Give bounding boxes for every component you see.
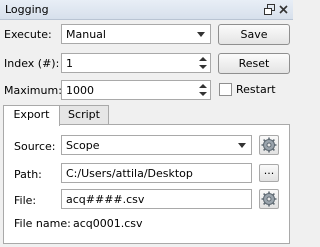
dock-titlebar: Logging: [0, 0, 293, 20]
chevron-down-icon: [238, 143, 246, 148]
source-config-button[interactable]: [259, 135, 279, 155]
restart-checkbox[interactable]: [219, 83, 232, 96]
maximum-spinbox[interactable]: 1000: [61, 80, 211, 100]
tab-export[interactable]: Export: [3, 105, 60, 126]
execute-label: Execute:: [4, 28, 52, 41]
path-value: C:/Users/attila/Desktop: [66, 167, 193, 180]
path-input[interactable]: C:/Users/attila/Desktop: [61, 163, 252, 183]
index-label: Index (#):: [4, 57, 60, 70]
spin-down-icon[interactable]: [198, 63, 208, 71]
file-label: File:: [14, 194, 37, 207]
restart-label: Restart: [236, 83, 276, 96]
file-pattern-value: acq####.csv: [66, 193, 145, 206]
file-config-button[interactable]: [259, 189, 279, 209]
chevron-down-icon: [197, 32, 205, 37]
reset-button[interactable]: Reset: [218, 53, 290, 74]
path-label: Path:: [14, 168, 42, 181]
window-title: Logging: [5, 3, 49, 16]
filename-value: acq0001.csv: [73, 217, 143, 230]
spin-up-icon[interactable]: [198, 55, 208, 63]
float-window-icon[interactable]: [264, 4, 275, 15]
source-label: Source:: [14, 140, 56, 153]
execute-mode-combo[interactable]: Manual: [61, 24, 211, 44]
browse-button[interactable]: ...: [259, 164, 279, 182]
index-spinbox[interactable]: 1: [61, 53, 211, 73]
close-icon[interactable]: [278, 4, 289, 15]
tab-script[interactable]: Script: [59, 105, 109, 125]
save-button[interactable]: Save: [218, 24, 290, 45]
source-combo[interactable]: Scope: [61, 135, 252, 155]
maximum-value: 1000: [66, 84, 94, 97]
gear-icon: [261, 137, 277, 153]
maximum-label: Maximum:: [4, 84, 62, 97]
source-value: Scope: [66, 139, 100, 152]
spin-up-icon[interactable]: [198, 82, 208, 90]
file-pattern-input[interactable]: acq####.csv: [61, 189, 252, 209]
spin-down-icon[interactable]: [198, 90, 208, 98]
filename-label: File name:: [14, 217, 71, 230]
gear-icon: [261, 191, 277, 207]
execute-mode-value: Manual: [66, 28, 106, 41]
index-value: 1: [66, 57, 73, 70]
